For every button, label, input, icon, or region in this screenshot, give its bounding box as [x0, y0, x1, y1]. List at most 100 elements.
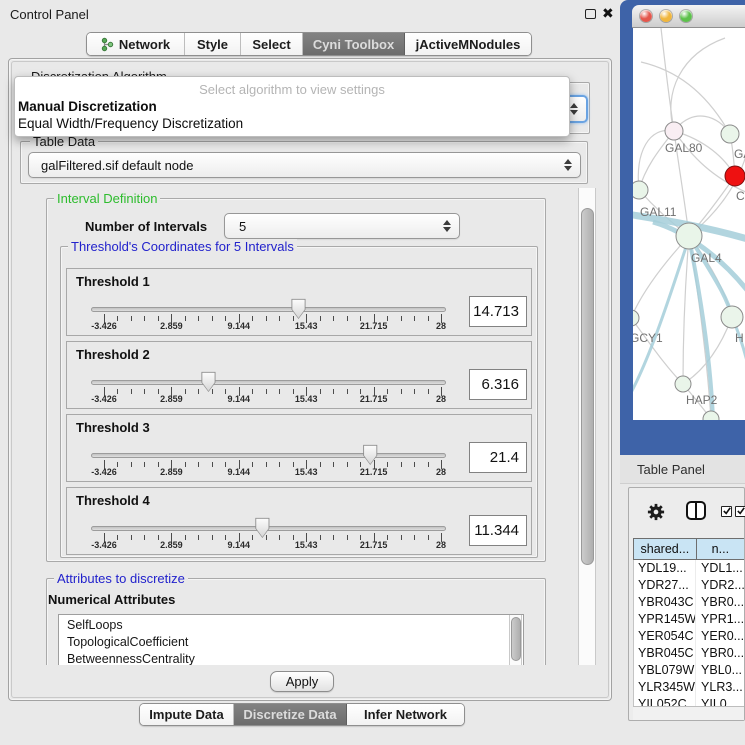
table-row[interactable]: YBL079WYBL0... [634, 662, 744, 679]
tab-discretize-data[interactable]: Discretize Data [234, 704, 347, 725]
network-edge[interactable] [671, 38, 725, 131]
table-row[interactable]: YIL052CYIL0... [634, 696, 744, 706]
column-header-2[interactable]: n... [696, 538, 744, 560]
table-row[interactable]: YBR045CYBR0... [634, 645, 744, 662]
column-header-1[interactable]: shared... [633, 538, 696, 560]
slider-track[interactable] [91, 307, 446, 312]
attributes-list-scrollbar-thumb[interactable] [511, 617, 521, 661]
table-cell[interactable]: YBL079W [634, 662, 696, 679]
attribute-item-selfloops[interactable]: SelfLoops [59, 617, 523, 634]
table-cell[interactable]: YBR0... [696, 594, 744, 611]
checkbox-icon[interactable] [735, 506, 745, 517]
network-edge[interactable] [661, 28, 674, 131]
table-cell[interactable]: YBR045C [634, 645, 696, 662]
table-row[interactable]: YER054CYER0... [634, 628, 744, 645]
slider-track[interactable] [91, 453, 446, 458]
minimize-traffic-light-icon[interactable] [660, 10, 672, 22]
table-cell[interactable]: YPR145W [634, 611, 696, 628]
thresholds-group-label: Threshold's Coordinates for 5 Intervals [68, 239, 297, 254]
slider-thumb[interactable] [362, 444, 378, 465]
tab-jactivemnodules[interactable]: jActiveMNodules [405, 33, 531, 55]
table-row[interactable]: YDL19...YDL1... [634, 560, 744, 577]
attribute-item-topologicalcoefficient[interactable]: TopologicalCoefficient [59, 634, 523, 651]
slider-tick-label: 21.715 [360, 321, 388, 331]
number-of-intervals-combobox[interactable]: 5 [224, 213, 460, 239]
tab-impute-data[interactable]: Impute Data [140, 704, 234, 725]
threshold-value-field[interactable]: 21.4 [469, 442, 527, 473]
table-data-combobox[interactable]: galFiltered.sif default node [28, 152, 581, 178]
slider-tick-label: 2.859 [160, 540, 183, 550]
slider-tick-label: -3.426 [91, 540, 117, 550]
node-gal4[interactable] [676, 223, 702, 249]
tab-select[interactable]: Select [241, 33, 303, 55]
node-top-right[interactable] [721, 125, 739, 143]
node-label-hap2: HAP2 [686, 393, 718, 407]
tab-infer-network[interactable]: Infer Network [347, 704, 464, 725]
slider-tick-label: 28 [436, 467, 446, 477]
slider-tick-label: 2.859 [160, 394, 183, 404]
table-cell[interactable]: YDL19... [634, 560, 696, 577]
table-row[interactable]: YDR27...YDR2... [634, 577, 744, 594]
node-gcy1[interactable] [633, 310, 639, 326]
attributes-group-label: Attributes to discretize [54, 571, 188, 586]
threshold-value-field[interactable]: 11.344 [469, 515, 527, 546]
float-window-icon[interactable] [585, 9, 596, 19]
table-cell[interactable]: YER0... [696, 628, 744, 645]
threshold-label: Threshold 1 [76, 274, 150, 289]
table-header-row: shared...n... [633, 538, 744, 560]
tab-style[interactable]: Style [185, 33, 241, 55]
network-edge[interactable] [639, 131, 674, 190]
table-cell[interactable]: YDL1... [696, 560, 744, 577]
table-cell[interactable]: YBR0... [696, 645, 744, 662]
slider-track[interactable] [91, 380, 446, 385]
dropdown-option-manual-discretization[interactable]: Manual Discretization [18, 99, 157, 114]
apply-button[interactable]: Apply [270, 671, 334, 692]
attributes-list-scrollbar[interactable] [509, 615, 522, 665]
numerical-attributes-list[interactable]: SelfLoopsTopologicalCoefficientBetweenne… [58, 614, 524, 665]
close-icon[interactable]: ✖ [602, 5, 614, 22]
network-edge[interactable] [641, 62, 730, 134]
table-cell[interactable]: YBL0... [696, 662, 744, 679]
table-cell[interactable]: YBR043C [634, 594, 696, 611]
checkbox-icon[interactable] [721, 506, 732, 517]
network-edge[interactable] [633, 238, 689, 400]
table-row[interactable]: YPR145WYPR1... [634, 611, 744, 628]
network-edge[interactable] [633, 236, 689, 318]
table-horizontal-scrollbar[interactable] [633, 706, 744, 720]
tab-cyni-toolbox[interactable]: Cyni Toolbox [303, 33, 405, 55]
threshold-value-field[interactable]: 6.316 [469, 369, 527, 400]
settings-scroll-viewport: Interval Definition Number of Intervals … [0, 186, 612, 665]
node-h[interactable] [721, 306, 743, 328]
column-selector-icon[interactable] [686, 501, 706, 520]
table-cell[interactable]: YDR2... [696, 577, 744, 594]
node-hap2[interactable] [675, 376, 691, 392]
node-red[interactable] [725, 166, 745, 186]
slider-thumb[interactable] [200, 371, 216, 392]
table-cell[interactable]: YLR345W [634, 679, 696, 696]
close-traffic-light-icon[interactable] [640, 10, 652, 22]
settings-scrollbar[interactable] [578, 188, 596, 665]
gear-icon[interactable] [647, 503, 665, 521]
table-cell[interactable]: YER054C [634, 628, 696, 645]
threshold-value-field[interactable]: 14.713 [469, 296, 527, 327]
threshold-label: Threshold 3 [76, 420, 150, 435]
tab-network[interactable]: Network [87, 33, 185, 55]
table-cell[interactable]: YIL052C [634, 696, 696, 706]
network-window-titlebar[interactable] [632, 5, 745, 28]
table-cell[interactable]: YPR1... [696, 611, 744, 628]
table-cell[interactable]: YLR3... [696, 679, 744, 696]
table-cell[interactable]: YDR27... [634, 577, 696, 594]
table-cell[interactable]: YIL0... [696, 696, 744, 706]
table-row[interactable]: YBR043CYBR0... [634, 594, 744, 611]
node-gal11[interactable] [633, 181, 648, 199]
attribute-item-betweennesscentrality[interactable]: BetweennessCentrality [59, 651, 523, 665]
network-canvas[interactable]: GAL80GACGAL11GAL4GCY1HHAP2 [633, 28, 745, 420]
slider-thumb[interactable] [254, 517, 270, 538]
node-gal80[interactable] [665, 122, 683, 140]
algorithm-dropdown-popup: Select algorithm to view settings Manual… [14, 76, 570, 137]
dropdown-option-equal-width-frequency-discretization[interactable]: Equal Width/Frequency Discretization [18, 116, 243, 131]
network-edge[interactable] [638, 130, 674, 190]
zoom-traffic-light-icon[interactable] [680, 10, 692, 22]
settings-scrollbar-thumb[interactable] [581, 208, 594, 565]
table-row[interactable]: YLR345WYLR3... [634, 679, 744, 696]
